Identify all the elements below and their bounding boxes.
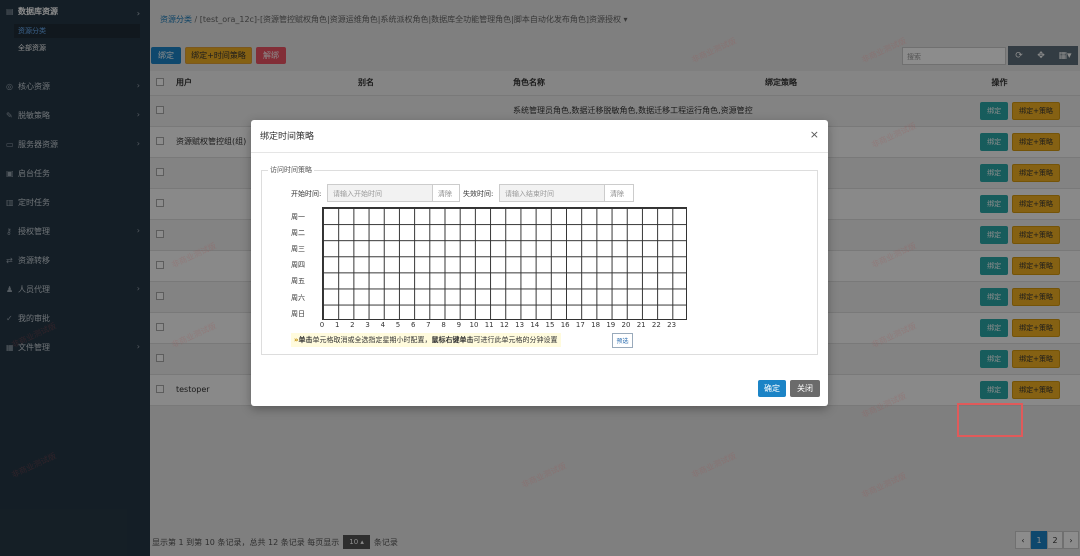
close-icon[interactable]: × xyxy=(810,128,819,141)
hour-label[interactable]: 19 xyxy=(604,321,618,329)
fieldset-legend: 访问时间策略 xyxy=(270,166,312,174)
hint-text-2: 可进行此单元格的分钟设置 xyxy=(473,336,558,344)
day-label[interactable]: 周六 xyxy=(291,293,305,303)
end-time-input[interactable]: 请输入结束时间 xyxy=(499,184,605,202)
day-label[interactable]: 周日 xyxy=(291,309,305,319)
hint-text-1: 单元格取消或全选指定星期小时配置， xyxy=(312,336,432,344)
hour-label[interactable]: 18 xyxy=(589,321,603,329)
day-label[interactable]: 周三 xyxy=(291,244,305,254)
preselect-button[interactable]: 预选 xyxy=(612,333,633,348)
hour-label[interactable]: 11 xyxy=(482,321,496,329)
hint-bold-1: 单击 xyxy=(298,336,313,344)
hour-label[interactable]: 10 xyxy=(467,321,481,329)
day-label[interactable]: 周四 xyxy=(291,260,305,270)
start-time-label: 开始时间: xyxy=(291,190,322,198)
hour-label[interactable]: 16 xyxy=(558,321,572,329)
hour-label[interactable]: 7 xyxy=(421,321,435,329)
day-label[interactable]: 周二 xyxy=(291,228,305,238)
hour-label[interactable]: 13 xyxy=(513,321,527,329)
hour-label[interactable]: 12 xyxy=(497,321,511,329)
hour-label[interactable]: 22 xyxy=(649,321,663,329)
dialog-title: 绑定时间策略 xyxy=(260,132,315,142)
hour-label[interactable]: 8 xyxy=(437,321,451,329)
day-label[interactable]: 周一 xyxy=(291,212,305,222)
end-clear-button[interactable]: 清除 xyxy=(604,184,634,202)
hour-label[interactable]: 6 xyxy=(406,321,420,329)
day-label[interactable]: 周五 xyxy=(291,276,305,286)
time-strategy-dialog: 绑定时间策略 × 访问时间策略 开始时间: 请输入开始时间 清除 失效时间: 请… xyxy=(251,120,828,406)
hint-bold-2: 鼠标右键单击 xyxy=(431,336,474,344)
hour-label[interactable]: 23 xyxy=(665,321,679,329)
confirm-button[interactable]: 确定 xyxy=(758,380,786,397)
week-hour-grid[interactable] xyxy=(322,207,687,320)
close-button[interactable]: 关闭 xyxy=(790,380,820,397)
highlight-box xyxy=(957,403,1023,437)
hint-bar: »单击单元格取消或全选指定星期小时配置，鼠标右键单击可进行此单元格的分钟设置 xyxy=(291,333,561,347)
hour-label[interactable]: 15 xyxy=(543,321,557,329)
hour-label[interactable]: 9 xyxy=(452,321,466,329)
hour-label[interactable]: 3 xyxy=(361,321,375,329)
hour-label[interactable]: 2 xyxy=(345,321,359,329)
hour-label[interactable]: 1 xyxy=(330,321,344,329)
hour-label[interactable]: 20 xyxy=(619,321,633,329)
end-time-label: 失效时间: xyxy=(463,190,494,198)
hour-label[interactable]: 0 xyxy=(315,321,329,329)
hour-label[interactable]: 14 xyxy=(528,321,542,329)
hour-label[interactable]: 4 xyxy=(376,321,390,329)
hour-label[interactable]: 21 xyxy=(634,321,648,329)
hour-label[interactable]: 17 xyxy=(573,321,587,329)
hour-label[interactable]: 5 xyxy=(391,321,405,329)
start-clear-button[interactable]: 清除 xyxy=(432,184,460,202)
start-time-input[interactable]: 请输入开始时间 xyxy=(327,184,433,202)
